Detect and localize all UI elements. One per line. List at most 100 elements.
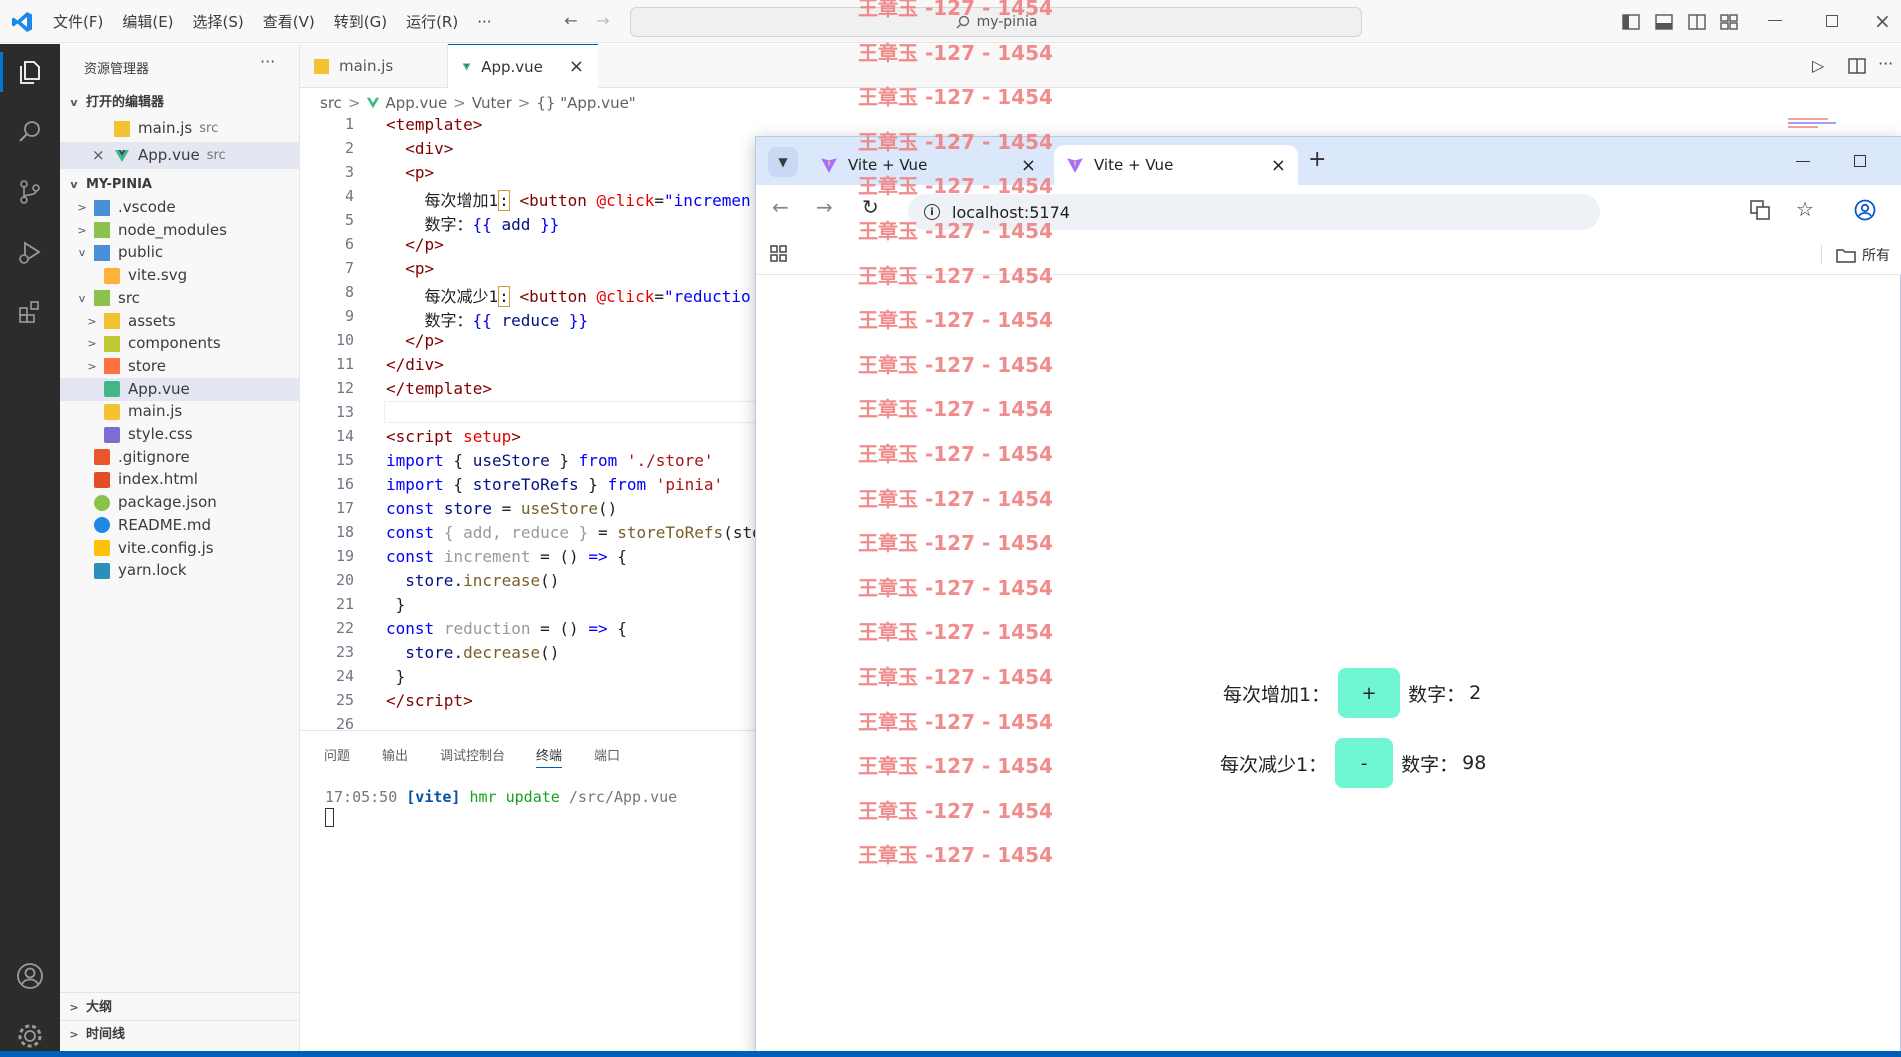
editor-more-icon[interactable]: ··· bbox=[1878, 54, 1893, 73]
tab-app-vue[interactable]: App.vue × bbox=[448, 44, 598, 88]
back-arrow-icon[interactable]: ← bbox=[560, 10, 582, 32]
decrease-button[interactable]: - bbox=[1335, 738, 1394, 788]
tree-item-public[interactable]: v public bbox=[60, 241, 300, 264]
minimize-icon[interactable] bbox=[1768, 20, 1782, 21]
tree-item-label: store bbox=[128, 356, 166, 375]
panel-tab-terminal[interactable]: 终端 bbox=[536, 745, 563, 768]
open-editors-header[interactable]: v 打开的编辑器 bbox=[66, 92, 164, 114]
tree-item-main-js[interactable]: main.js bbox=[60, 400, 300, 423]
apps-grid-icon[interactable] bbox=[770, 245, 788, 263]
tree-item-vscode[interactable]: > .vscode bbox=[60, 196, 300, 219]
tree-item-vite-config-js[interactable]: vite.config.js bbox=[60, 537, 300, 560]
menu-go[interactable]: 转到(G) bbox=[334, 11, 387, 32]
watermark-text: 王章玉 -127 - 1454 bbox=[858, 531, 1053, 556]
menu-selection[interactable]: 选择(S) bbox=[193, 11, 244, 32]
explorer-icon[interactable] bbox=[12, 54, 48, 90]
tree-item-yarn-lock[interactable]: yarn.lock bbox=[60, 559, 300, 582]
breadcrumb-symbol[interactable]: {} "App.vue" bbox=[536, 94, 635, 112]
timeline-header[interactable]: > 时间线 bbox=[66, 1024, 125, 1046]
tree-item-store[interactable]: > store bbox=[60, 355, 300, 378]
close-window-icon[interactable]: × bbox=[1874, 9, 1891, 33]
increase-button[interactable]: + bbox=[1338, 668, 1401, 718]
tree-item-style-css[interactable]: style.css bbox=[60, 423, 300, 446]
more-actions-icon[interactable]: ··· bbox=[260, 52, 275, 71]
open-editor-app-vue[interactable]: × App.vue src bbox=[60, 142, 300, 169]
watermark-text: 王章玉 -127 - 1454 bbox=[858, 129, 1053, 154]
code-editor[interactable]: 1 2 3 4 5 6 7 8 9 10 11 12 13 14 15 16 17 18 19 20 21 22 23 24 2… bbox=[300, 115, 762, 733]
panel-tab-problems[interactable]: 问题 bbox=[324, 745, 350, 764]
browser-forward-icon[interactable]: → bbox=[816, 195, 833, 219]
tree-item-vite-svg[interactable]: vite.svg bbox=[60, 264, 300, 287]
split-editor-icon[interactable] bbox=[1848, 57, 1866, 75]
menu-more[interactable]: ··· bbox=[477, 13, 491, 31]
run-icon[interactable]: ▷ bbox=[1812, 56, 1824, 75]
settings-gear-icon[interactable] bbox=[12, 1018, 48, 1054]
explorer-title: 资源管理器 bbox=[84, 62, 150, 77]
tree-item-app-vue[interactable]: App.vue bbox=[60, 377, 300, 401]
watermark-text: 王章玉 -127 - 1454 bbox=[858, 620, 1053, 645]
tree-item-readme-md[interactable]: README.md bbox=[60, 514, 300, 537]
menu-view[interactable]: 查看(V) bbox=[263, 11, 315, 32]
maximize-icon[interactable] bbox=[1826, 15, 1838, 27]
tree-item-label: public bbox=[118, 243, 164, 262]
tree-item-node-modules[interactable]: > node_modules bbox=[60, 219, 300, 242]
panel-tab-ports[interactable]: 端口 bbox=[594, 745, 620, 764]
chevron-right-icon: > bbox=[347, 94, 361, 112]
browser-tab-2[interactable]: Vite + Vue × bbox=[1054, 145, 1298, 185]
menu-file[interactable]: 文件(F) bbox=[53, 11, 103, 32]
toggle-panel-icon[interactable] bbox=[1655, 13, 1673, 31]
menu-run[interactable]: 运行(R) bbox=[406, 11, 458, 32]
run-debug-icon[interactable] bbox=[12, 234, 48, 270]
tree-item-components[interactable]: > components bbox=[60, 332, 300, 355]
close-tab-icon[interactable]: × bbox=[569, 56, 584, 77]
customize-layout-icon[interactable] bbox=[1720, 13, 1738, 31]
line-number: 21 bbox=[335, 595, 354, 613]
bookmark-star-icon[interactable]: ☆ bbox=[1796, 197, 1814, 221]
minimap[interactable] bbox=[1788, 116, 1840, 132]
breadcrumb-vuter[interactable]: Vuter bbox=[472, 94, 512, 112]
tree-item-label: App.vue bbox=[128, 379, 190, 398]
forward-arrow-icon[interactable]: → bbox=[592, 10, 614, 32]
extensions-icon[interactable] bbox=[12, 294, 48, 330]
terminal-output[interactable]: 17:05:50 [vite] hmr update /src/App.vue bbox=[325, 788, 677, 827]
line-number: 12 bbox=[335, 379, 354, 397]
translate-icon[interactable] bbox=[1750, 200, 1770, 220]
all-bookmarks-label: 所有 bbox=[1862, 248, 1890, 264]
js-file-icon bbox=[104, 403, 120, 420]
tree-item-package-json[interactable]: package.json bbox=[60, 491, 300, 514]
outline-header[interactable]: > 大纲 bbox=[66, 997, 112, 1019]
open-editor-main-js[interactable]: main.js src bbox=[60, 115, 300, 142]
line-number: 22 bbox=[335, 619, 354, 637]
toggle-secondary-sidebar-icon[interactable] bbox=[1688, 13, 1706, 31]
new-tab-button[interactable]: + bbox=[1308, 147, 1326, 172]
panel-tab-debug-console[interactable]: 调试控制台 bbox=[440, 745, 505, 764]
project-header[interactable]: v MY-PINIA bbox=[66, 174, 152, 196]
tree-item-index-html[interactable]: index.html bbox=[60, 468, 300, 491]
source-control-icon[interactable] bbox=[12, 174, 48, 210]
close-tab-icon[interactable]: × bbox=[1271, 155, 1286, 176]
toggle-sidebar-icon[interactable] bbox=[1622, 13, 1640, 31]
browser-maximize-icon[interactable] bbox=[1854, 155, 1866, 167]
css-file-icon bbox=[104, 426, 120, 443]
line-number: 7 bbox=[344, 259, 354, 277]
chevron-right-icon: > bbox=[77, 223, 87, 237]
line-number: 3 bbox=[344, 163, 354, 181]
profile-icon[interactable] bbox=[1854, 199, 1876, 221]
html-file-icon bbox=[94, 471, 110, 488]
browser-back-icon[interactable]: ← bbox=[772, 195, 789, 219]
breadcrumb-src[interactable]: src bbox=[320, 94, 342, 112]
browser-minimize-icon[interactable] bbox=[1796, 161, 1810, 162]
tree-item-assets[interactable]: > assets bbox=[60, 310, 300, 333]
accounts-icon[interactable] bbox=[12, 958, 48, 994]
breadcrumb-file[interactable]: App.vue bbox=[385, 94, 447, 112]
search-icon[interactable] bbox=[12, 114, 48, 150]
tree-item-label: node_modules bbox=[118, 220, 227, 239]
menu-edit[interactable]: 编辑(E) bbox=[122, 11, 173, 32]
panel-tab-output[interactable]: 输出 bbox=[382, 745, 408, 764]
close-editor-icon[interactable]: × bbox=[92, 142, 114, 169]
tree-item-src[interactable]: v src bbox=[60, 287, 300, 310]
tab-search-chevron-icon[interactable]: ▼ bbox=[768, 147, 798, 177]
all-bookmarks[interactable]: 所有 bbox=[1836, 245, 1890, 265]
tree-item-gitignore[interactable]: .gitignore bbox=[60, 446, 300, 469]
tab-main-js[interactable]: main.js bbox=[300, 44, 448, 88]
